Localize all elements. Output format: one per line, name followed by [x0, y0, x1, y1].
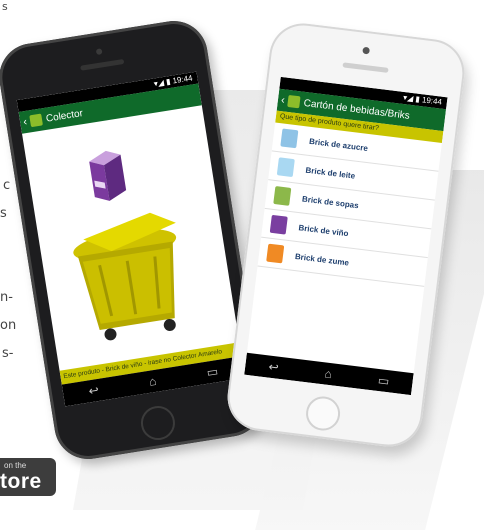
store-badge[interactable]: on the tore [0, 458, 56, 496]
product-list: Brick de azucre Brick de leite Brick de … [257, 122, 442, 287]
status-icons: ▾◢ ▮ [402, 92, 423, 105]
home-button[interactable] [138, 403, 178, 443]
app-logo-icon[interactable] [29, 113, 43, 128]
list-item-label: Brick de sopas [301, 193, 360, 210]
bg-fragment-n3: s- [2, 346, 14, 361]
bg-fragment-n2: on [0, 318, 17, 333]
store-badge-title: tore [0, 470, 42, 493]
recent-apps-icon[interactable]: ▭ [206, 364, 219, 380]
juice-carton-icon [266, 243, 285, 264]
list-item-label: Brick de viño [298, 222, 350, 238]
wine-carton-icon [269, 214, 288, 235]
android-nav-bar: ↩ ⌂ ▭ [244, 352, 414, 396]
store-badge-small-text: on the [4, 461, 27, 470]
phone-screen-collector: ▾◢ ▮ 19:44 ‹ Colector Este produto - Bri… [16, 71, 245, 407]
sugar-carton-icon [280, 128, 299, 149]
soup-carton-icon [273, 186, 292, 206]
phone-screen-product-list: ▾◢ ▮ 19:44 ‹ Cartón de bebidas/Briks Que… [244, 76, 448, 396]
back-icon[interactable]: ↩ [88, 383, 100, 398]
speaker-grille [342, 62, 389, 73]
recent-apps-icon[interactable]: ▭ [377, 373, 390, 388]
home-button[interactable] [304, 394, 343, 433]
bg-fragment-top: s [2, 0, 8, 13]
back-icon[interactable]: ↩ [268, 360, 280, 375]
bg-fragment-n1: n- [0, 290, 13, 305]
status-time: 19:44 [421, 95, 443, 107]
list-item-label: Brick de leite [305, 165, 356, 181]
yellow-recycling-bin-icon [73, 212, 177, 341]
status-time: 19:44 [171, 73, 194, 86]
list-item-label: Brick de azucre [308, 136, 369, 153]
bg-fragment-c: c [3, 178, 11, 193]
app-logo-icon[interactable] [287, 94, 301, 109]
front-camera-icon [362, 46, 371, 55]
home-icon[interactable]: ⌂ [324, 366, 333, 381]
bg-fragment-s: s [0, 206, 7, 221]
speaker-grille [80, 58, 125, 71]
status-icons: ▾◢ ▮ [153, 76, 174, 89]
milk-carton-icon [276, 157, 295, 178]
list-item-label: Brick de zume [294, 251, 350, 268]
front-camera-icon [95, 48, 103, 56]
screen-title: Colector [45, 107, 84, 125]
home-icon[interactable]: ⌂ [148, 374, 157, 389]
wine-carton-icon [89, 150, 127, 201]
